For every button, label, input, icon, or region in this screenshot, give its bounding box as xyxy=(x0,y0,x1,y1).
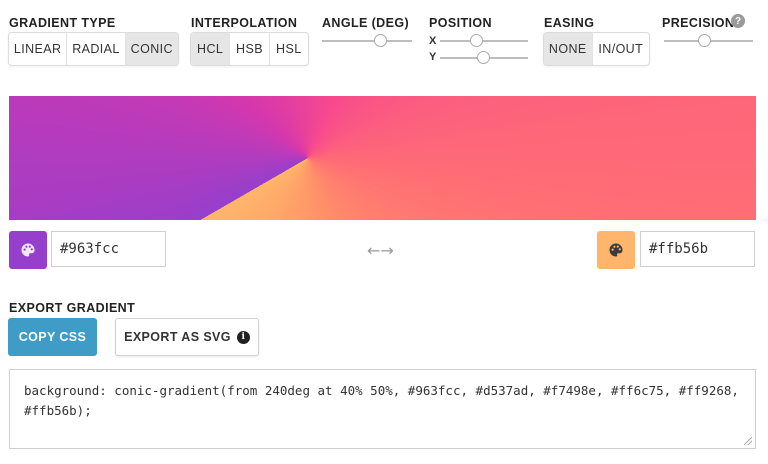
css-output-text: background: conic-gradient(from 240deg a… xyxy=(24,383,739,418)
start-color-swatch[interactable] xyxy=(9,231,47,269)
position-label: POSITION xyxy=(429,16,492,30)
position-x-label: X xyxy=(429,35,437,47)
gradient-type-linear[interactable]: LINEAR xyxy=(9,33,68,65)
css-output-textarea[interactable]: background: conic-gradient(from 240deg a… xyxy=(9,369,756,449)
palette-icon xyxy=(21,243,35,257)
gradient-type-label: GRADIENT TYPE xyxy=(9,16,116,30)
easing-in-out[interactable]: IN/OUT xyxy=(593,33,649,65)
resize-handle[interactable] xyxy=(744,437,752,445)
copy-css-button[interactable]: COPY CSS xyxy=(8,318,97,356)
info-icon: i xyxy=(236,330,250,344)
export-svg-label: EXPORT AS SVG xyxy=(124,330,231,344)
interpolation-label: INTERPOLATION xyxy=(191,16,298,30)
easing-none[interactable]: NONE xyxy=(544,33,593,65)
angle-slider[interactable] xyxy=(322,34,412,48)
palette-icon xyxy=(609,243,623,257)
angle-slider-thumb[interactable] xyxy=(374,34,387,47)
swap-arrows-icon[interactable]: ←→ xyxy=(367,241,394,260)
angle-label: ANGLE (DEG) xyxy=(322,16,410,30)
precision-label: PRECISION xyxy=(662,16,735,30)
interpolation-selector: HCL HSB HSL xyxy=(190,32,309,66)
position-x-track xyxy=(440,40,528,42)
gradient-type-radial[interactable]: RADIAL xyxy=(67,33,126,65)
position-y-slider[interactable] xyxy=(440,51,528,65)
export-svg-button[interactable]: EXPORT AS SVG i xyxy=(115,318,259,356)
angle-slider-track xyxy=(322,40,412,42)
end-color-swatch[interactable] xyxy=(597,231,635,269)
interpolation-hcl[interactable]: HCL xyxy=(191,33,231,65)
easing-label: EASING xyxy=(544,16,595,30)
interpolation-hsl[interactable]: HSL xyxy=(270,33,308,65)
position-y-label: Y xyxy=(429,51,437,63)
question-circle-icon[interactable]: ? xyxy=(731,14,745,28)
interpolation-hsb[interactable]: HSB xyxy=(230,33,270,65)
precision-slider-thumb[interactable] xyxy=(698,34,711,47)
gradient-type-conic[interactable]: CONIC xyxy=(125,33,178,65)
copy-css-label: COPY CSS xyxy=(18,330,87,344)
gradient-preview xyxy=(9,96,756,220)
position-y-thumb[interactable] xyxy=(477,51,490,64)
export-gradient-label: EXPORT GRADIENT xyxy=(9,301,136,315)
gradient-type-selector: LINEAR RADIAL CONIC xyxy=(8,32,179,66)
end-color-input[interactable]: #ffb56b xyxy=(640,231,755,267)
position-x-slider[interactable] xyxy=(440,34,528,48)
position-x-thumb[interactable] xyxy=(470,34,483,47)
precision-slider[interactable] xyxy=(664,34,753,48)
start-color-input[interactable]: #963fcc xyxy=(51,231,166,267)
easing-selector: NONE IN/OUT xyxy=(543,32,650,66)
